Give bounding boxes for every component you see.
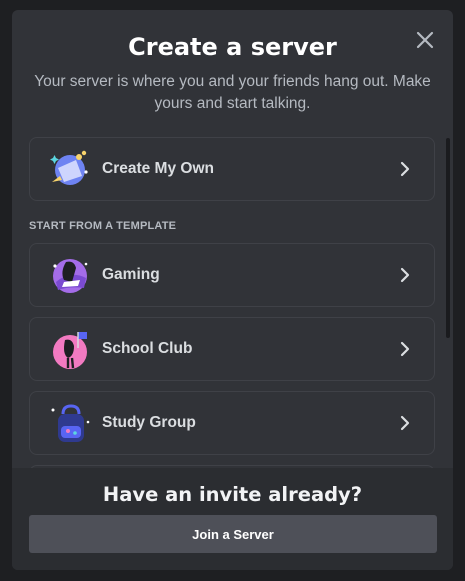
- create-server-dialog: Create a server Your server is where you…: [12, 10, 453, 570]
- template-school-club-label: School Club: [102, 340, 193, 357]
- template-section-heading: START FROM A TEMPLATE: [29, 220, 177, 232]
- gaming-icon: [53, 259, 88, 293]
- chevron-right-icon: [400, 161, 410, 177]
- scrollbar[interactable]: [446, 138, 450, 338]
- template-option-gaming[interactable]: Gaming: [29, 243, 435, 307]
- dialog-title: Create a server: [128, 33, 337, 61]
- school-club-icon: [53, 332, 87, 369]
- backpack-icon: [51, 404, 90, 442]
- template-study-group-label: Study Group: [102, 414, 196, 431]
- chevron-right-icon: [400, 415, 410, 431]
- create-my-own-option[interactable]: Create My Own: [29, 137, 435, 201]
- chevron-right-icon: [400, 267, 410, 283]
- server-options-list[interactable]: Create My Own START FROM A TEMPLATE Gami…: [12, 132, 453, 468]
- dialog-subtitle: Your server is where you and your friend…: [34, 73, 431, 112]
- invite-heading: Have an invite already?: [102, 483, 363, 506]
- globe-sparkle-icon: [50, 150, 88, 185]
- template-option-study-group[interactable]: Study Group: [29, 391, 435, 455]
- template-option-school-club[interactable]: School Club: [29, 317, 435, 381]
- dialog-footer: Have an invite already? Join a Server: [12, 468, 453, 570]
- join-server-button[interactable]: Join a Server: [29, 515, 437, 553]
- template-gaming-label: Gaming: [102, 266, 160, 283]
- chevron-right-icon: [400, 341, 410, 357]
- create-my-own-label: Create My Own: [102, 160, 214, 177]
